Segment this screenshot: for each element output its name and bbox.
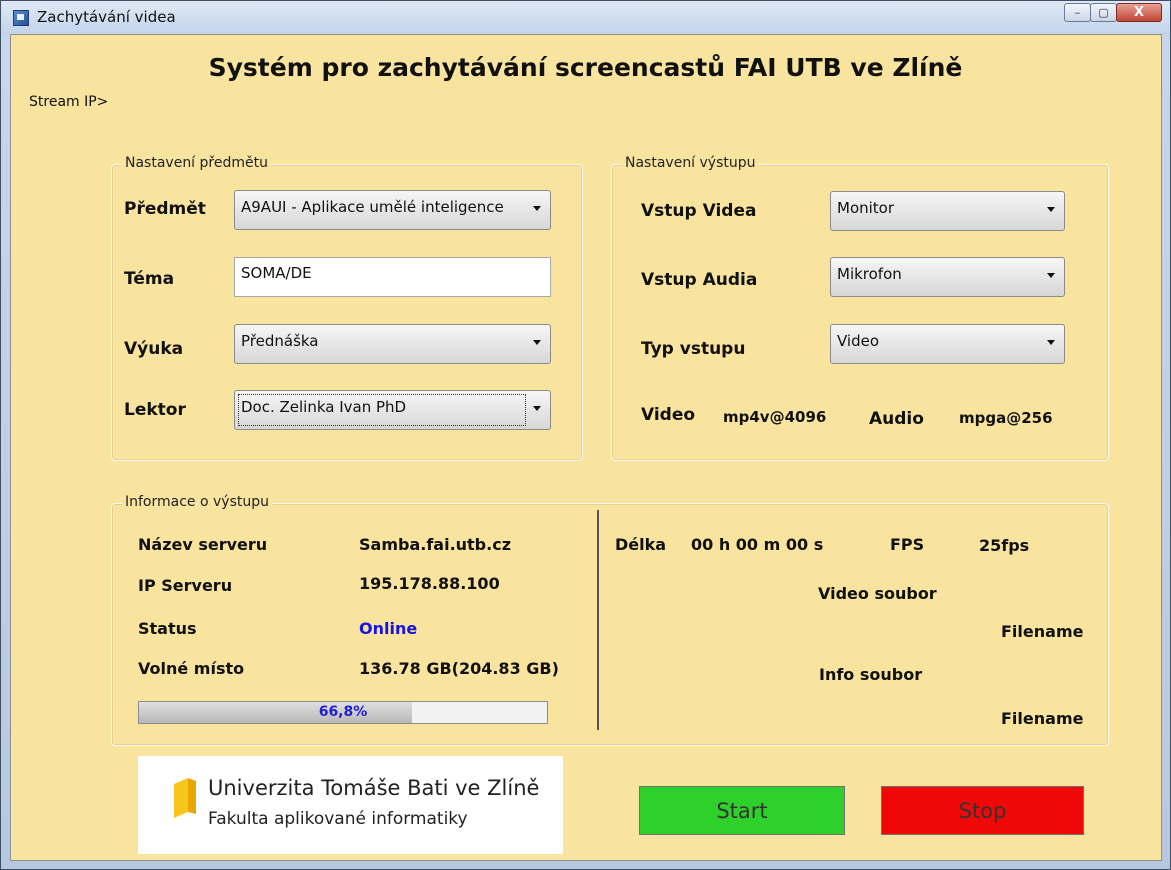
server-name-value: Samba.fai.utb.cz [359,535,512,554]
free-space-value: 136.78 GB(204.83 GB) [359,659,559,678]
fps-value: 25fps [979,536,1030,555]
video-codec-value: mp4v@4096 [723,408,827,426]
input-type-select[interactable]: Video [830,324,1065,364]
chevron-down-icon [1047,340,1055,345]
server-ip-value: 195.178.88.100 [359,574,500,593]
info-divider [597,510,599,730]
output-settings-legend: Nastavení výstupu [622,155,759,171]
length-label: Délka [615,535,667,554]
video-codec-label: Video [641,405,696,425]
teaching-select[interactable]: Přednáška [234,324,551,364]
audio-input-label: Vstup Audia [641,270,758,290]
stop-button[interactable]: Stop [881,786,1084,835]
stream-ip-label: Stream IP> [29,94,109,110]
video-input-select[interactable]: Monitor [830,191,1065,231]
audio-input-select[interactable]: Mikrofon [830,257,1065,297]
window-title: Zachytávání videa [37,8,176,26]
subject-label: Předmět [124,199,206,219]
progress-percent: 66,8% [318,704,368,720]
server-name-label: Název serveru [138,535,268,554]
server-ip-label: IP Serveru [138,576,233,595]
chevron-down-icon [533,340,541,345]
subject-settings-legend: Nastavení předmětu [122,155,271,171]
lecturer-select[interactable]: Doc. Zelinka Ivan PhD [234,390,551,430]
close-button[interactable]: X [1116,3,1162,22]
topic-label: Téma [124,269,175,289]
logo-faculty-name: Fakulta aplikované informatiky [208,809,468,829]
free-space-label: Volné místo [138,659,245,678]
input-type-label: Typ vstupu [641,339,746,359]
window-controls: – ▢ X [1064,3,1162,22]
university-logo [138,756,563,854]
video-input-label: Vstup Videa [641,201,757,221]
status-value: Online [359,619,418,638]
info-file-value: Filename [1001,709,1084,728]
audio-input-select-value: Mikrofon [837,265,902,283]
start-button[interactable]: Start [639,786,845,835]
info-file-label: Info soubor [819,665,923,684]
minimize-button[interactable]: – [1064,3,1091,22]
chevron-down-icon [1047,273,1055,278]
teaching-select-value: Přednáška [241,332,319,350]
page-title: Systém pro zachytávání screencastů FAI U… [208,53,963,82]
chevron-down-icon [533,206,541,211]
app-icon [13,10,29,26]
audio-codec-label: Audio [869,409,924,429]
video-file-label: Video soubor [818,584,937,603]
lecturer-label: Lektor [124,400,186,420]
input-type-select-value: Video [837,332,880,350]
audio-codec-value: mpga@256 [959,409,1053,427]
maximize-button[interactable]: ▢ [1090,3,1117,22]
subject-select[interactable]: A9AUI - Aplikace umělé inteligence [234,190,551,230]
focus-rectangle [238,394,526,426]
logo-university-name: Univerzita Tomáše Bati ve Zlíně [208,776,540,800]
title-bar[interactable]: Zachytávání videa – ▢ X [1,1,1170,34]
video-file-value: Filename [1001,622,1084,641]
teaching-label: Výuka [124,339,184,359]
subject-select-value: A9AUI - Aplikace umělé inteligence [241,198,504,216]
output-info-legend: Informace o výstupu [122,494,272,510]
chevron-down-icon [1047,207,1055,212]
topic-input[interactable]: SOMA/DE [234,257,551,297]
length-value: 00 h 00 m 00 s [691,535,824,554]
disk-usage-progress: 66,8% [138,701,548,724]
status-label: Status [138,619,197,638]
app-window: Zachytávání videa – ▢ X Systém pro zachy… [0,0,1171,870]
fps-label: FPS [890,535,925,554]
video-input-select-value: Monitor [837,199,895,217]
chevron-down-icon [533,406,541,411]
